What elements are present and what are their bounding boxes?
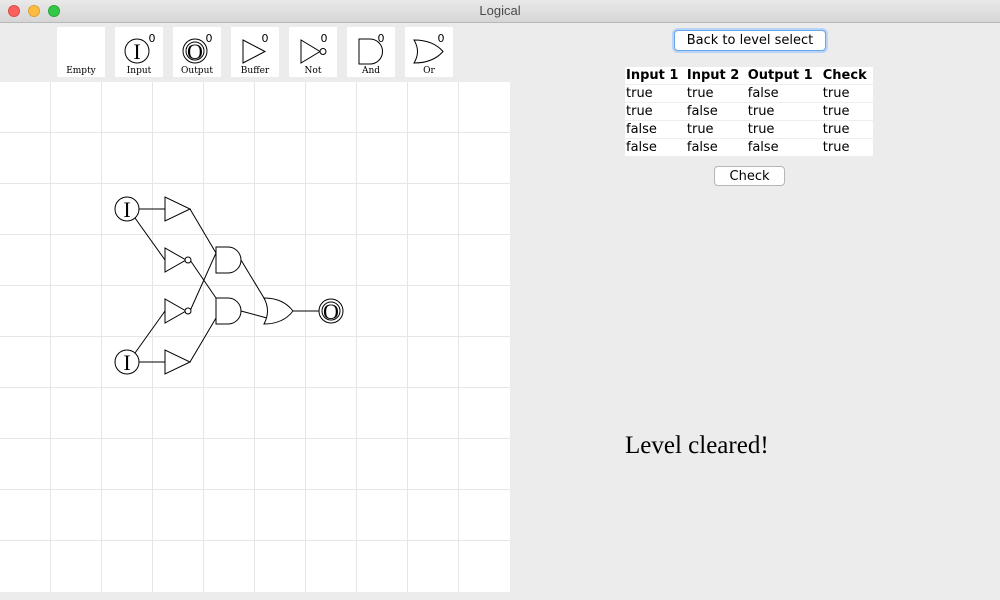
not-gate-icon: 0 — [300, 32, 328, 64]
input-node[interactable]: I — [114, 196, 140, 222]
table-cell: true — [625, 84, 686, 103]
or-gate-icon: 0 — [413, 32, 445, 64]
table-cell: false — [746, 84, 822, 103]
buffer-gate[interactable] — [164, 196, 192, 222]
table-cell: false — [625, 120, 686, 139]
table-cell: true — [821, 138, 873, 156]
back-to-level-select-button[interactable]: Back to level select — [674, 30, 826, 51]
truth-table-header-row: Input 1 Input 2 Output 1 Check — [625, 67, 873, 85]
palette-label: And — [361, 66, 381, 76]
palette-count: 0 — [262, 32, 269, 45]
grid-lines — [0, 82, 510, 592]
table-cell: true — [746, 120, 822, 139]
buffer-gate-icon: 0 — [242, 32, 269, 64]
table-cell: true — [746, 102, 822, 121]
table-row: false true true true — [625, 120, 873, 139]
palette-input-button[interactable]: I 0 Input — [115, 27, 163, 77]
output-icon-symbol: O — [187, 39, 203, 64]
table-cell: true — [821, 102, 873, 121]
palette-label: Output — [181, 66, 213, 76]
palette-label: Empty — [66, 66, 96, 76]
output-icon: O 0 — [182, 32, 213, 64]
empty-icon — [57, 27, 105, 67]
table-row: true true false true — [625, 84, 873, 103]
circuit-grid[interactable]: I I O — [0, 82, 510, 592]
palette-count: 0 — [438, 32, 445, 45]
palette-label: Or — [423, 66, 435, 76]
palette-empty-button[interactable]: Empty — [57, 27, 105, 77]
table-cell: true — [685, 120, 747, 139]
and-gate[interactable] — [215, 246, 242, 274]
table-cell: false — [685, 102, 747, 121]
column-header: Input 2 — [686, 68, 740, 83]
check-button[interactable]: Check — [714, 166, 785, 186]
palette-not-button[interactable]: 0 Not — [289, 27, 337, 77]
column-header: Check — [822, 68, 867, 83]
palette-and-button[interactable]: 0 And — [347, 27, 395, 77]
input-node-symbol: I — [123, 197, 130, 222]
palette-label: Buffer — [240, 66, 270, 76]
not-gate[interactable] — [164, 247, 192, 273]
buffer-gate[interactable] — [164, 349, 192, 375]
table-cell: true — [821, 84, 873, 103]
palette-count: 0 — [321, 32, 328, 45]
table-cell: true — [821, 120, 873, 139]
input-icon-symbol: I — [133, 39, 140, 64]
not-gate[interactable] — [164, 298, 192, 324]
truth-table: Input 1 Input 2 Output 1 Check true true… — [625, 67, 873, 156]
table-cell: true — [625, 102, 686, 121]
palette-or-button[interactable]: 0 Or — [405, 27, 453, 77]
palette-output-button[interactable]: O 0 Output — [173, 27, 221, 77]
column-header: Output 1 — [747, 68, 813, 83]
input-node[interactable]: I — [114, 349, 140, 375]
table-row: false false false true — [625, 138, 873, 156]
input-node-symbol: I — [123, 350, 130, 375]
table-cell: true — [685, 84, 747, 103]
palette-label: Input — [126, 66, 152, 76]
and-gate[interactable] — [215, 297, 242, 325]
output-node[interactable]: O — [318, 298, 344, 324]
and-gate-icon: 0 — [358, 32, 385, 65]
table-cell: false — [625, 138, 686, 156]
window-title: Logical — [479, 3, 521, 18]
output-node-symbol: O — [323, 299, 339, 324]
or-gate[interactable] — [263, 297, 294, 325]
title-bar: Logical — [0, 0, 1000, 23]
column-header: Input 1 — [626, 68, 679, 83]
table-row: true false true true — [625, 102, 873, 121]
input-icon: I 0 — [124, 32, 156, 64]
palette-buffer-button[interactable]: 0 Buffer — [231, 27, 279, 77]
table-cell: false — [746, 138, 822, 156]
status-message: Level cleared! — [625, 432, 769, 459]
circuit-canvas[interactable]: I I O — [0, 82, 510, 592]
palette-count: 0 — [378, 32, 385, 45]
palette-count: 0 — [149, 32, 156, 45]
table-cell: false — [685, 138, 747, 156]
palette-count: 0 — [206, 32, 213, 45]
palette-label: Not — [304, 66, 322, 76]
